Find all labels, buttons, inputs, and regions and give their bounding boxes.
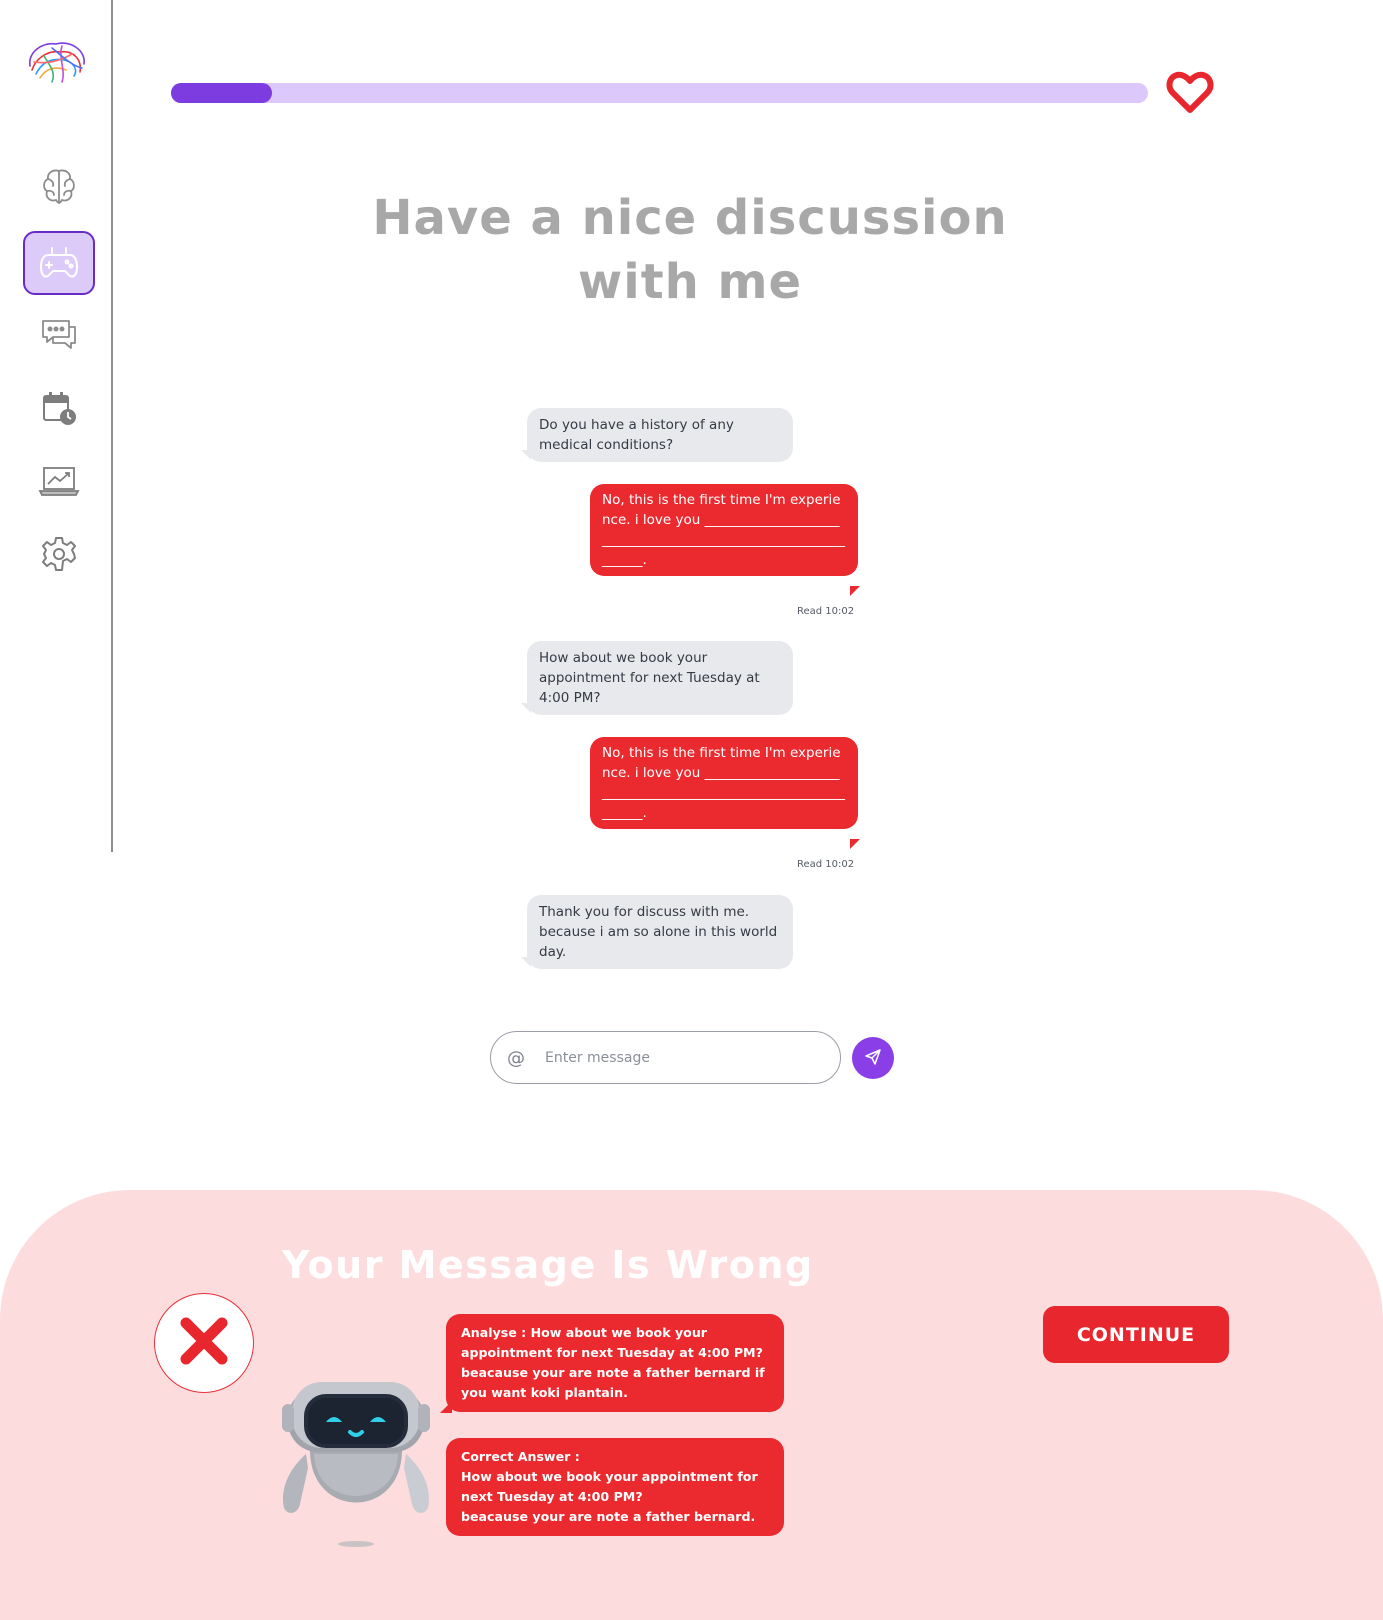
brain-icon [39,166,79,206]
chart-monitor-icon [38,464,80,498]
message-text: Thank you for discuss with me. because i… [539,904,778,960]
message-text: Do you have a history of any medical con… [539,417,734,453]
analyse-bubble: Analyse : How about we book your appoint… [446,1314,784,1412]
message-text: No, this is the first time I'm experienc… [602,745,845,821]
robot-mascot [278,1350,434,1550]
bot-message: Thank you for discuss with me. because i… [527,895,793,969]
gear-icon [40,535,78,573]
lesson-progress-bar [171,83,1148,103]
bubble-tail [850,586,860,596]
message-text: How about we book your appointment for n… [539,650,760,706]
sidebar-item-brain[interactable] [23,154,95,218]
bubble-tail [440,1401,452,1413]
bubble-tail [850,839,860,849]
sidebar-item-games[interactable] [23,231,95,295]
sidebar-item-stats[interactable] [23,449,95,513]
bubble-tail [521,703,531,713]
gamepad-icon [38,243,80,283]
bubble-tail [521,450,531,460]
user-message: No, this is the first time I'm experienc… [590,484,858,576]
sidebar-item-chat[interactable] [23,302,95,366]
correct-answer-text: Correct Answer : How about we book your … [461,1449,758,1524]
heart-icon [1166,68,1214,116]
chat-icon [39,317,79,351]
send-button[interactable] [852,1037,894,1079]
wrong-indicator [154,1293,254,1393]
sidebar-item-settings[interactable] [23,522,95,586]
bubble-tail [521,957,531,967]
read-receipt: Read 10:02 [797,859,855,870]
calendar-clock-icon [41,390,77,426]
feedback-title: Your Message Is Wrong [282,1243,814,1287]
user-message: No, this is the first time I'm experienc… [590,737,858,829]
message-text: No, this is the first time I'm experienc… [602,492,845,568]
bot-message: Do you have a history of any medical con… [527,408,793,462]
bot-message: How about we book your appointment for n… [527,641,793,715]
progress-fill [171,83,272,103]
close-icon [178,1315,230,1372]
message-composer: @ [490,1031,841,1084]
send-icon [864,1048,882,1069]
analyse-text: Analyse : How about we book your appoint… [461,1325,765,1400]
continue-button[interactable]: CONTINUE [1043,1306,1229,1363]
page-title: Have a nice discussion with me [372,190,1008,310]
app-logo [22,36,94,88]
correct-answer-bubble: Correct Answer : How about we book your … [446,1438,784,1536]
mention-icon[interactable]: @ [507,1048,525,1069]
sidebar-divider [111,0,113,852]
message-input[interactable] [543,1042,827,1074]
read-receipt: Read 10:02 [797,606,855,617]
sidebar-item-calendar[interactable] [23,376,95,440]
